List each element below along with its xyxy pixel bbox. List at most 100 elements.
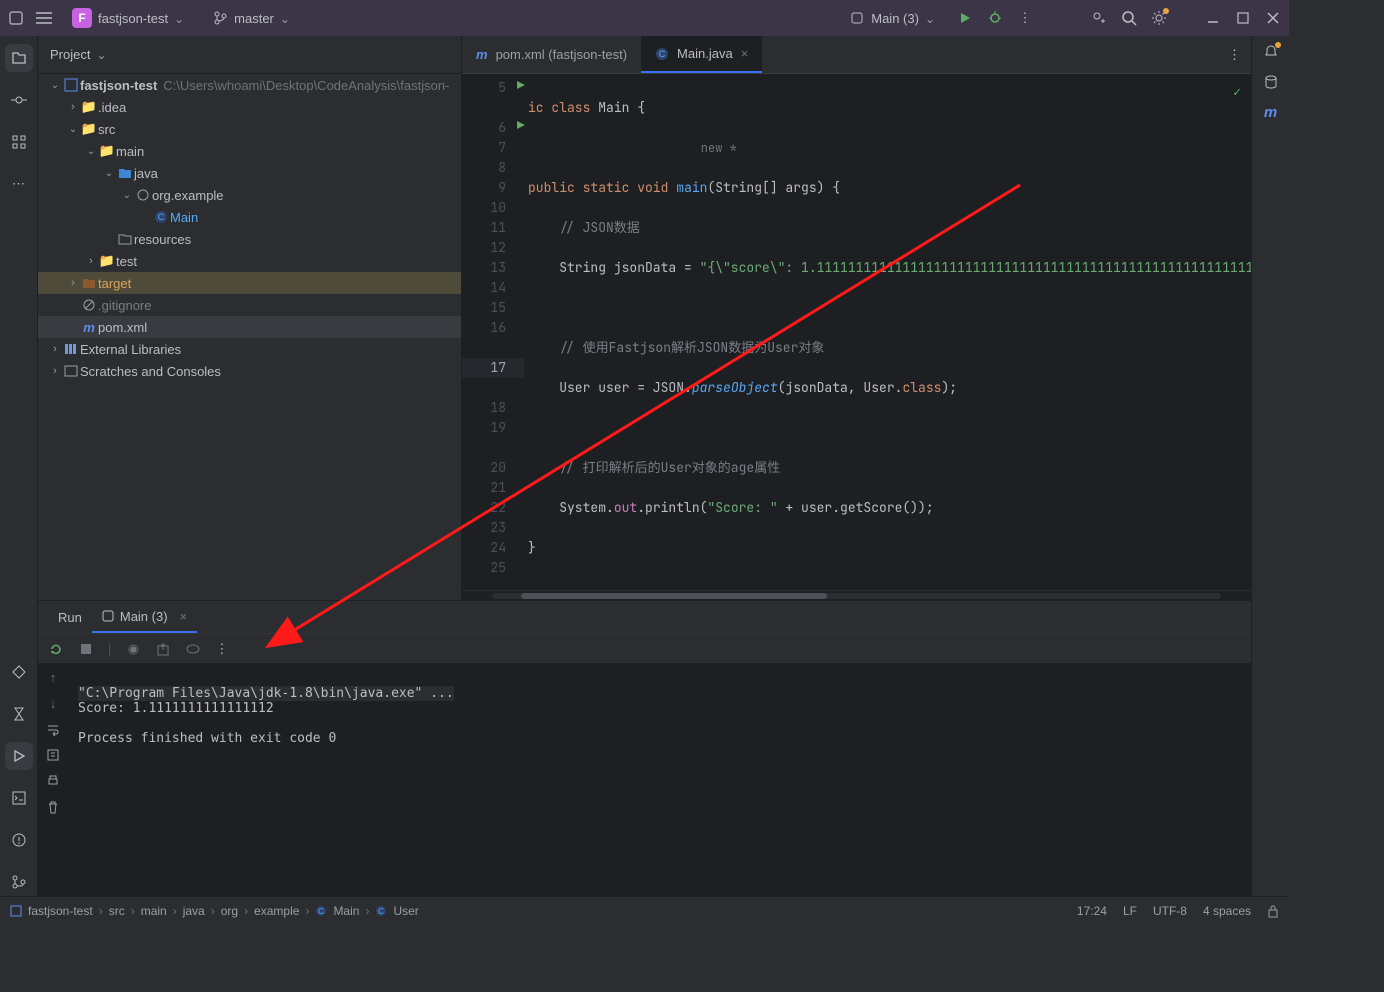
run-panel: Run Main (3)× | ◉ ⋮ ↑ ↓ bbox=[38, 600, 1251, 896]
run-config-tab[interactable]: Main (3)× bbox=[92, 601, 197, 633]
chevron-down-icon bbox=[174, 11, 184, 26]
down-icon[interactable]: ↓ bbox=[45, 695, 61, 711]
more-icon[interactable]: ⋮ bbox=[1017, 10, 1033, 26]
scrollbar-thumb[interactable] bbox=[521, 593, 827, 599]
run-icon[interactable] bbox=[957, 10, 973, 26]
hamburger-icon[interactable] bbox=[36, 10, 52, 26]
vcs-tool-button[interactable] bbox=[5, 868, 33, 896]
build-tool-button[interactable] bbox=[5, 700, 33, 728]
tab-close-icon[interactable]: × bbox=[741, 46, 749, 61]
stop-icon[interactable] bbox=[78, 641, 94, 657]
maximize-icon[interactable] bbox=[1235, 10, 1251, 26]
caret-position[interactable]: 17:24 bbox=[1077, 904, 1107, 918]
code-body[interactable]: ic class Main { new * public static void… bbox=[524, 74, 1251, 590]
run-config-selector[interactable]: Main (3) bbox=[841, 7, 943, 29]
crumb[interactable]: fastjson-test bbox=[28, 904, 103, 918]
maven-tool-icon[interactable]: m bbox=[1264, 104, 1277, 121]
notifications-icon[interactable] bbox=[1263, 44, 1279, 60]
tree-item-test[interactable]: 📁test bbox=[38, 250, 461, 272]
branch-name: master bbox=[234, 11, 274, 26]
class-icon: C bbox=[375, 905, 387, 917]
crumb[interactable]: User bbox=[393, 904, 418, 918]
tree-item-idea[interactable]: 📁.idea bbox=[38, 96, 461, 118]
folder-icon: 📁 bbox=[98, 143, 116, 159]
run-cmd-line: "C:\Program Files\Java\jdk-1.8\bin\java.… bbox=[78, 686, 454, 701]
svg-text:C: C bbox=[319, 907, 325, 916]
app-menu-icon[interactable] bbox=[8, 10, 24, 26]
tree-item-package[interactable]: ⌄org.example bbox=[38, 184, 461, 206]
minimize-icon[interactable] bbox=[1205, 10, 1221, 26]
close-icon[interactable] bbox=[1265, 10, 1281, 26]
crumb[interactable]: src bbox=[109, 904, 135, 918]
breadcrumbs[interactable]: fastjson-test src main java org example … bbox=[10, 904, 1071, 918]
project-selector[interactable]: F fastjson-test bbox=[64, 5, 192, 31]
tree-item-scratches[interactable]: Scratches and Consoles bbox=[38, 360, 461, 382]
crumb[interactable]: Main bbox=[333, 904, 369, 918]
package-icon bbox=[134, 189, 152, 201]
run-panel-title: Run bbox=[48, 601, 92, 633]
tree-item-src[interactable]: ⌄📁src bbox=[38, 118, 461, 140]
camera-icon[interactable]: ◉ bbox=[125, 641, 141, 657]
editor-more-icon[interactable]: ⋮ bbox=[1228, 47, 1241, 63]
vcs-branch-selector[interactable]: master bbox=[204, 7, 298, 29]
indent[interactable]: 4 spaces bbox=[1203, 904, 1251, 918]
run-tool-button[interactable] bbox=[5, 742, 33, 770]
debug-icon[interactable] bbox=[987, 10, 1003, 26]
print-icon[interactable] bbox=[45, 773, 61, 789]
left-toolbar: ⋯ bbox=[0, 36, 38, 896]
run-side-toolbar: ↑ ↓ bbox=[38, 663, 68, 896]
tree-item-gitignore[interactable]: .gitignore bbox=[38, 294, 461, 316]
database-icon[interactable] bbox=[1263, 74, 1279, 90]
close-icon[interactable]: × bbox=[180, 609, 188, 624]
problems-tool-button[interactable] bbox=[5, 826, 33, 854]
trash-icon[interactable] bbox=[45, 799, 61, 815]
svg-text:C: C bbox=[158, 212, 165, 222]
code-with-me-icon[interactable] bbox=[1091, 10, 1107, 26]
tree-root[interactable]: ⌄fastjson-testC:\Users\whoami\Desktop\Co… bbox=[38, 74, 461, 96]
folder-icon: 📁 bbox=[80, 121, 98, 137]
chevron-down-icon[interactable] bbox=[96, 47, 106, 62]
scroll-to-end-icon[interactable] bbox=[45, 747, 61, 763]
rerun-icon[interactable] bbox=[48, 641, 64, 657]
tree-item-java[interactable]: ⌄java bbox=[38, 162, 461, 184]
tree-item-resources[interactable]: resources bbox=[38, 228, 461, 250]
tree-item-ext-libs[interactable]: External Libraries bbox=[38, 338, 461, 360]
project-tool-button[interactable] bbox=[5, 44, 33, 72]
tree-item-main-class[interactable]: CMain bbox=[38, 206, 461, 228]
tree-item-pom[interactable]: mpom.xml bbox=[38, 316, 461, 338]
layout-icon[interactable] bbox=[185, 641, 201, 657]
tree-item-target[interactable]: target bbox=[38, 272, 461, 294]
tab-pom[interactable]: mpom.xml (fastjson-test) bbox=[462, 36, 641, 73]
search-icon[interactable] bbox=[1121, 10, 1137, 26]
project-tree[interactable]: ⌄fastjson-testC:\Users\whoami\Desktop\Co… bbox=[38, 74, 461, 382]
soft-wrap-icon[interactable] bbox=[45, 721, 61, 737]
terminal-tool-button[interactable] bbox=[5, 784, 33, 812]
crumb[interactable]: org bbox=[221, 904, 248, 918]
up-icon[interactable]: ↑ bbox=[45, 669, 61, 685]
encoding[interactable]: UTF-8 bbox=[1153, 904, 1187, 918]
class-icon: C bbox=[152, 210, 170, 224]
run-more-icon[interactable]: ⋮ bbox=[215, 641, 228, 657]
horizontal-scrollbar[interactable] bbox=[462, 590, 1251, 600]
settings-icon[interactable] bbox=[1151, 10, 1167, 26]
run-output[interactable]: "C:\Program Files\Java\jdk-1.8\bin\java.… bbox=[68, 663, 1251, 896]
services-tool-button[interactable] bbox=[5, 658, 33, 686]
tab-main-java[interactable]: CMain.java× bbox=[641, 36, 762, 73]
editor-tabs: mpom.xml (fastjson-test) CMain.java× ⋮ bbox=[462, 36, 1251, 74]
class-icon: C bbox=[655, 47, 669, 61]
crumb[interactable]: example bbox=[254, 904, 309, 918]
readonly-icon[interactable] bbox=[1267, 904, 1279, 918]
chevron-down-icon bbox=[925, 11, 935, 26]
code-editor[interactable]: ✓ 5 6 78910111213141516 17 1819 20212223… bbox=[462, 74, 1251, 590]
module-icon bbox=[10, 905, 22, 917]
excluded-folder-icon bbox=[80, 277, 98, 289]
line-ending[interactable]: LF bbox=[1123, 904, 1137, 918]
commit-tool-button[interactable] bbox=[5, 86, 33, 114]
tree-item-main[interactable]: ⌄📁main bbox=[38, 140, 461, 162]
export-icon[interactable] bbox=[155, 641, 171, 657]
more-tool-button[interactable]: ⋯ bbox=[5, 170, 33, 198]
structure-tool-button[interactable] bbox=[5, 128, 33, 156]
project-name: fastjson-test bbox=[98, 11, 168, 26]
crumb[interactable]: main bbox=[141, 904, 177, 918]
crumb[interactable]: java bbox=[183, 904, 215, 918]
